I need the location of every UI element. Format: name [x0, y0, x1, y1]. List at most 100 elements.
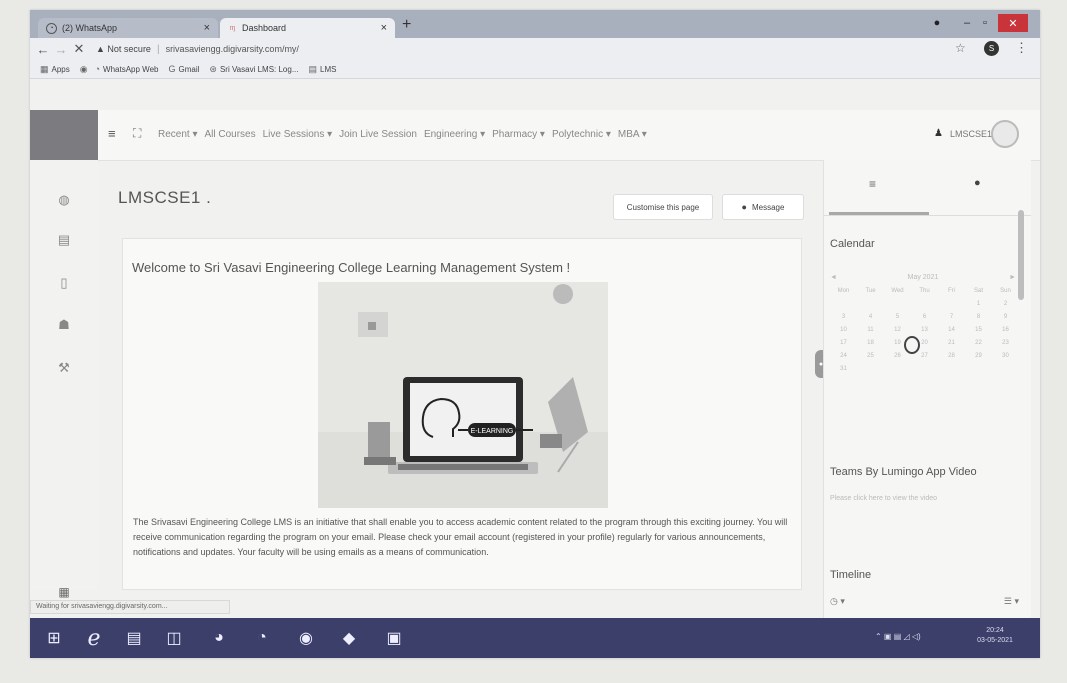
calendar-week-row: 3456789 — [830, 314, 1020, 327]
calendar-day — [911, 301, 938, 314]
close-tab-icon[interactable]: × — [381, 22, 387, 34]
blocks-tab-icon[interactable]: ≡ — [869, 177, 876, 191]
avatar[interactable] — [991, 120, 1019, 148]
calendar-day[interactable]: 26 — [884, 353, 911, 366]
browser-tab-strip: ◔ (2) WhatsApp × ɱ Dashboard × + ● – ▫ ✕ — [30, 10, 1040, 38]
calendar-day[interactable]: 31 — [830, 366, 857, 379]
not-secure-indicator[interactable]: ▲ Not secure — [96, 44, 151, 54]
menu-icon[interactable]: ⋮ — [1015, 40, 1028, 56]
notification-icon[interactable]: ♟ — [934, 128, 943, 139]
tab-label: Dashboard — [242, 23, 287, 33]
calendar-day[interactable]: 11 — [857, 327, 884, 340]
new-tab-button[interactable]: + — [402, 16, 411, 34]
calendar-day[interactable]: 18 — [857, 340, 884, 353]
forward-icon[interactable]: → — [52, 42, 70, 57]
profile-icon[interactable]: S — [984, 41, 999, 56]
calendar-day[interactable]: 27 — [911, 353, 938, 366]
user-menu-name[interactable]: LMSCSE1 . — [950, 129, 997, 139]
nav-recent[interactable]: Recent ▾ — [158, 129, 197, 140]
internet-explorer-icon[interactable]: ℯ — [80, 624, 108, 652]
nav-live-sessions[interactable]: Live Sessions ▾ — [263, 129, 333, 140]
calendar-day[interactable]: 7 — [938, 314, 965, 327]
chat-tab-icon[interactable]: ● — [974, 177, 981, 189]
timeline-filter-dropdown[interactable]: ◷ ▾ — [830, 596, 845, 606]
admin-wrench-icon[interactable]: ⚒ — [52, 360, 76, 376]
calendar-day[interactable]: 21 — [938, 340, 965, 353]
prev-month-icon[interactable]: ◄ — [830, 274, 837, 281]
calendar-day[interactable]: 14 — [938, 327, 965, 340]
customise-page-button[interactable]: Customise this page — [613, 194, 713, 220]
calendar-day[interactable]: 8 — [965, 314, 992, 327]
calendar-day[interactable]: 16 — [992, 327, 1019, 340]
minimize-button[interactable]: – — [960, 14, 974, 32]
next-month-icon[interactable]: ► — [1009, 274, 1016, 281]
weekday: Fri — [948, 288, 955, 294]
moodle-icon: ɱ — [229, 24, 236, 32]
store-icon[interactable]: ◫ — [160, 624, 188, 652]
message-button[interactable]: ● Message — [722, 194, 804, 220]
system-tray-icons[interactable]: ⌃ ▣ ▤ ◿ ◁) — [875, 632, 921, 641]
nav-join-live-session[interactable]: Join Live Session — [339, 129, 417, 140]
calendar-day[interactable]: 3 — [830, 314, 857, 327]
close-tab-icon[interactable]: × — [204, 22, 210, 34]
bookmark-chrome[interactable]: ◉ — [80, 64, 91, 75]
bookmark-apps[interactable]: ▦ Apps — [40, 64, 70, 75]
courses-icon[interactable]: ☗ — [52, 317, 76, 333]
bookmark-lms[interactable]: ▤ LMS — [309, 64, 337, 75]
file-explorer-icon[interactable]: ▤ — [120, 624, 148, 652]
nav-engineering[interactable]: Engineering ▾ — [424, 129, 485, 140]
chrome-icon[interactable]: ◉ — [292, 624, 320, 652]
bookmark-gmail[interactable]: G Gmail — [168, 64, 199, 74]
dashboard-icon[interactable]: ◍ — [52, 192, 76, 208]
calendar-day[interactable]: 29 — [965, 353, 992, 366]
calendar-day[interactable]: 25 — [857, 353, 884, 366]
close-window-button[interactable]: ✕ — [998, 14, 1028, 32]
maximize-button[interactable]: ▫ — [978, 14, 992, 32]
bookmark-sri-vasavi-lms[interactable]: ⊛ Sri Vasavi LMS: Log... — [209, 64, 298, 75]
back-icon[interactable]: ← — [34, 42, 52, 57]
window-app-icon[interactable]: ▣ — [380, 624, 408, 652]
tab-whatsapp[interactable]: ◔ (2) WhatsApp × — [38, 18, 218, 38]
welcome-heading: Welcome to Sri Vasavi Engineering Colleg… — [132, 260, 571, 275]
calendar-day[interactable]: 24 — [830, 353, 857, 366]
drawer-bottom-icon[interactable]: ▦ — [52, 585, 76, 599]
url-field[interactable]: srivasaviengg.digivarsity.com/my/ — [166, 44, 299, 54]
taskbar-clock[interactable]: 20:24 03-05-2021 — [965, 626, 1025, 646]
teams-video-link[interactable]: Please click here to view the video — [830, 495, 937, 502]
calendar-icon[interactable]: ▤ — [52, 232, 76, 248]
calendar-day[interactable]: 4 — [857, 314, 884, 327]
bookmark-whatsapp-web[interactable]: ◔ WhatsApp Web — [95, 64, 159, 74]
windows-start-icon[interactable]: ⊞ — [40, 624, 68, 652]
bookmark-star-icon[interactable]: ☆ — [955, 41, 966, 55]
right-drawer-scrollbar[interactable] — [1018, 210, 1024, 300]
files-icon[interactable]: ▯ — [52, 275, 76, 291]
fullscreen-icon[interactable]: ⛶ — [133, 126, 141, 141]
nav-all-courses[interactable]: All Courses — [204, 129, 255, 140]
timeline-sort-dropdown[interactable]: ☰ ▾ — [1004, 596, 1019, 607]
calendar-day[interactable]: 6 — [911, 314, 938, 327]
account-icon[interactable]: ● — [930, 14, 944, 32]
stop-icon[interactable]: ✕ — [70, 41, 88, 57]
calendar-day[interactable]: 30 — [992, 353, 1019, 366]
calendar-day[interactable]: 17 — [830, 340, 857, 353]
calendar-day[interactable]: 15 — [965, 327, 992, 340]
calendar-day[interactable]: 1 — [965, 301, 992, 314]
calendar-day[interactable]: 5 — [884, 314, 911, 327]
url-divider: | — [156, 43, 160, 55]
app-icon[interactable]: ◆ — [335, 624, 363, 652]
nav-pharmacy[interactable]: Pharmacy ▾ — [492, 129, 545, 140]
calendar-grid: Mon Tue Wed Thu Fri Sat Sun 1 2 3 4 5 6 7 8 9 10 1… — [830, 288, 1020, 379]
media-player-icon[interactable]: ◕ — [205, 624, 233, 652]
calendar-day[interactable]: 9 — [992, 314, 1019, 327]
calendar-day[interactable]: 2 — [992, 301, 1019, 314]
calendar-day[interactable]: 22 — [965, 340, 992, 353]
app-icon[interactable]: ◔ — [248, 624, 276, 652]
tab-dashboard[interactable]: ɱ Dashboard × — [220, 18, 395, 38]
hamburger-menu-icon[interactable]: ≡ — [108, 126, 116, 141]
calendar-day[interactable]: 23 — [992, 340, 1019, 353]
calendar-day[interactable]: 10 — [830, 327, 857, 340]
calendar-day — [911, 366, 938, 379]
calendar-day[interactable]: 28 — [938, 353, 965, 366]
nav-polytechnic[interactable]: Polytechnic ▾ — [552, 129, 611, 140]
nav-mba[interactable]: MBA ▾ — [618, 129, 647, 140]
